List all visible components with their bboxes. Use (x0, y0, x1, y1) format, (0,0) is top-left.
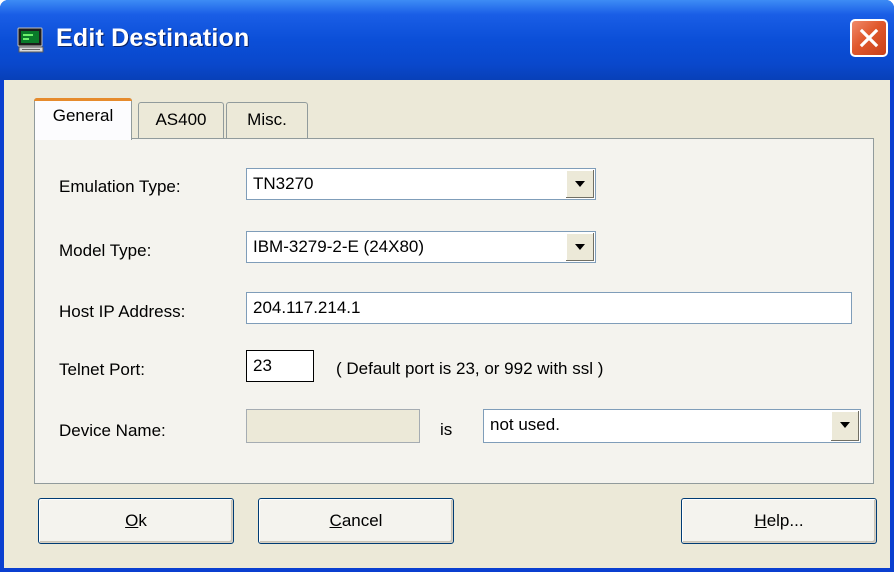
tab-as400-label: AS400 (155, 110, 207, 129)
chevron-down-icon (840, 422, 850, 428)
ok-button[interactable]: Ok (38, 498, 234, 544)
chevron-down-icon (575, 181, 585, 187)
model-type-value: IBM-3279-2-E (24X80) (253, 237, 425, 256)
host-ip-input[interactable]: 204.117.214.1 (246, 292, 852, 324)
telnet-port-input[interactable]: 23 (246, 350, 314, 382)
host-ip-label: Host IP Address: (59, 302, 186, 321)
cancel-button-label: ancel (341, 511, 383, 530)
dialog-window: Edit Destination General AS400 Misc. Emu… (0, 0, 894, 572)
model-type-select[interactable]: IBM-3279-2-E (24X80) (246, 231, 596, 263)
cancel-button[interactable]: Cancel (258, 498, 454, 544)
cancel-button-mnemonic: C (329, 511, 342, 530)
tab-general-label: General (52, 106, 114, 125)
emulation-type-label: Emulation Type: (59, 177, 181, 196)
device-name-mode-value: not used. (490, 415, 560, 434)
host-ip-value: 204.117.214.1 (253, 298, 361, 317)
model-type-label: Model Type: (59, 241, 152, 260)
device-name-mode-dropdown-button[interactable] (830, 411, 859, 441)
title-bar[interactable]: Edit Destination (0, 0, 894, 80)
telnet-port-hint: ( Default port is 23, or 992 with ssl ) (336, 359, 604, 378)
tab-misc-label: Misc. (247, 110, 287, 129)
telnet-port-value: 23 (253, 356, 272, 375)
window-title: Edit Destination (56, 24, 250, 52)
window-bottom-border (0, 568, 894, 572)
telnet-port-label: Telnet Port: (59, 360, 145, 379)
emulation-type-select[interactable]: TN3270 (246, 168, 596, 200)
tab-general[interactable]: General (34, 98, 132, 140)
dialog-client-area: General AS400 Misc. Emulation Type: TN32… (4, 80, 890, 568)
help-button-mnemonic: H (754, 511, 767, 530)
general-tab-panel: Emulation Type: TN3270 Model Type: IBM-3… (34, 138, 874, 484)
tab-as400[interactable]: AS400 (138, 102, 224, 138)
close-button[interactable] (850, 19, 888, 57)
device-name-input[interactable] (246, 409, 420, 443)
emulation-type-dropdown-button[interactable] (565, 170, 594, 198)
ok-button-mnemonic: O (125, 511, 139, 530)
emulation-type-value: TN3270 (253, 174, 314, 193)
device-name-label: Device Name: (59, 421, 166, 440)
help-button[interactable]: Help... (681, 498, 877, 544)
chevron-down-icon (575, 244, 585, 250)
ok-button-label: k (138, 511, 147, 530)
model-type-dropdown-button[interactable] (565, 233, 594, 261)
terminal-icon (17, 27, 44, 53)
close-icon (859, 28, 879, 48)
device-name-is-label: is (440, 420, 453, 439)
tab-misc[interactable]: Misc. (226, 102, 308, 138)
device-name-mode-select[interactable]: not used. (483, 409, 861, 443)
help-button-label: elp... (766, 511, 804, 530)
